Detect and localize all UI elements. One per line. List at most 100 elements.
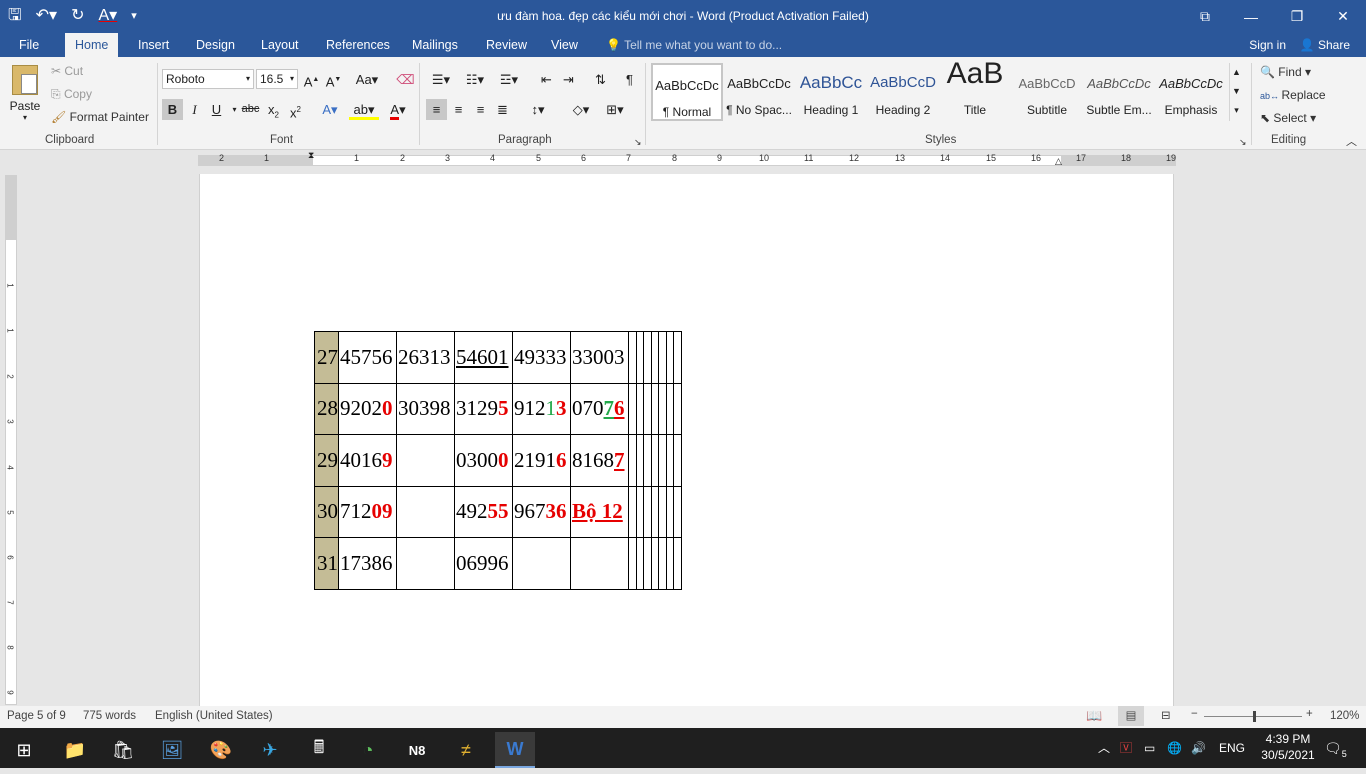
restore-button[interactable]: ❐	[1274, 0, 1320, 33]
day-cell[interactable]: 30	[314, 485, 339, 538]
read-mode-icon[interactable]: 📖	[1086, 708, 1102, 724]
tray-chevron-icon[interactable]: ︿	[1098, 728, 1110, 768]
tab-design[interactable]: Design	[186, 33, 245, 57]
empty-cell[interactable]	[643, 382, 652, 435]
result-cell[interactable]: 31295	[454, 382, 513, 435]
empty-cell[interactable]	[665, 382, 674, 435]
result-cell[interactable]: 26313	[396, 331, 455, 384]
result-cell[interactable]: 49333	[512, 331, 571, 384]
cut-button[interactable]: ✂ Cut	[51, 64, 83, 78]
result-cell[interactable]: Bộ 12	[570, 485, 629, 538]
collapse-ribbon-icon[interactable]: ︿	[1346, 133, 1357, 149]
empty-cell[interactable]	[665, 537, 674, 590]
tab-view[interactable]: View	[541, 33, 588, 57]
ribbon-display-options-icon[interactable]: ⧉	[1182, 0, 1228, 33]
style-title[interactable]: AaB Title	[939, 57, 1011, 121]
font-size-combo[interactable]: 16.5 ▾	[256, 69, 298, 89]
indent-marker-icon[interactable]: ⧗	[308, 150, 314, 161]
battery-icon[interactable]: ▭	[1144, 728, 1155, 768]
result-cell[interactable]: 17386	[338, 537, 397, 590]
word-app-icon[interactable]: W	[495, 732, 535, 768]
decrease-indent-icon[interactable]: ⇤	[536, 69, 557, 90]
minimize-button[interactable]: —	[1228, 0, 1274, 33]
bold-icon[interactable]: B	[162, 99, 183, 120]
empty-cell[interactable]	[643, 537, 652, 590]
empty-cell[interactable]	[650, 434, 659, 487]
result-cell[interactable]: 07076	[570, 382, 629, 435]
vertical-ruler[interactable]: 1 1 2 3 4 5 6 7 8 9	[5, 175, 17, 705]
web-layout-icon[interactable]: ⊟	[1161, 708, 1171, 722]
justify-icon[interactable]: ≣	[492, 99, 513, 120]
pilcrow-icon[interactable]: ¶	[619, 69, 640, 90]
result-cell[interactable]	[396, 485, 455, 538]
zoom-in-icon[interactable]: +	[1306, 708, 1313, 720]
empty-cell[interactable]	[628, 485, 637, 538]
empty-cell[interactable]	[665, 434, 674, 487]
sign-in-link[interactable]: Sign in	[1249, 33, 1286, 57]
vivaldi-tray-icon[interactable]: 🅅	[1120, 728, 1132, 768]
n8-app-icon[interactable]: N8	[397, 732, 437, 768]
font-color-icon[interactable]: A▾	[384, 99, 412, 120]
day-cell[interactable]: 27	[314, 331, 339, 384]
empty-cell[interactable]	[665, 331, 674, 384]
align-center-icon[interactable]: ≡	[448, 99, 469, 120]
tab-home[interactable]: Home	[65, 33, 119, 57]
tab-insert[interactable]: Insert	[128, 33, 179, 57]
result-cell[interactable]: 92020	[338, 382, 397, 435]
shading-icon[interactable]: ◇▾	[566, 99, 596, 120]
italic-icon[interactable]: I	[184, 99, 205, 120]
empty-cell[interactable]	[635, 382, 644, 435]
text-effects-icon[interactable]: A▾	[316, 99, 344, 120]
empty-cell[interactable]	[628, 537, 637, 590]
tab-mailings[interactable]: Mailings	[402, 33, 468, 57]
numbering-icon[interactable]: ☷▾	[460, 69, 490, 90]
align-left-icon[interactable]: ≡	[426, 99, 447, 120]
result-cell[interactable]: 03000	[454, 434, 513, 487]
strikethrough-icon[interactable]: abc	[240, 99, 261, 120]
trading-app-icon[interactable]: ≠	[446, 732, 486, 768]
result-cell[interactable]: 81687	[570, 434, 629, 487]
format-painter-button[interactable]: 🖌 Format Painter	[51, 110, 149, 124]
empty-cell[interactable]	[673, 331, 682, 384]
control-panel-icon[interactable]: 🖼	[152, 732, 192, 768]
result-cell[interactable]: 54601	[454, 331, 513, 384]
clear-formatting-icon[interactable]: ⌫	[395, 69, 416, 90]
print-layout-icon[interactable]: ▤	[1118, 706, 1144, 726]
empty-cell[interactable]	[643, 331, 652, 384]
style-subtle-emphasis[interactable]: AaBbCcDc Subtle Em...	[1083, 63, 1155, 121]
tab-layout[interactable]: Layout	[251, 33, 309, 57]
empty-cell[interactable]	[658, 485, 667, 538]
change-case-icon[interactable]: Aa▾	[353, 69, 381, 90]
empty-cell[interactable]	[628, 331, 637, 384]
day-cell[interactable]: 31	[314, 537, 339, 590]
style-no-spacing[interactable]: AaBbCcDc ¶ No Spac...	[723, 63, 795, 121]
paste-button[interactable]: Paste ▾	[6, 63, 44, 127]
highlight-icon[interactable]: ab▾	[349, 99, 379, 120]
tab-review[interactable]: Review	[476, 33, 537, 57]
sort-icon[interactable]: ⇅	[590, 69, 611, 90]
copy-button[interactable]: ⎘ Copy	[51, 87, 92, 102]
telegram-icon[interactable]: ✈	[250, 732, 290, 768]
result-cell[interactable]: 49255	[454, 485, 513, 538]
result-cell[interactable]: 33003	[570, 331, 629, 384]
empty-cell[interactable]	[658, 382, 667, 435]
day-cell[interactable]: 29	[314, 434, 339, 487]
borders-icon[interactable]: ⊞▾	[600, 99, 630, 120]
right-indent-marker-icon[interactable]: △	[1055, 156, 1062, 167]
result-cell[interactable]	[396, 537, 455, 590]
dialog-launcher-icon[interactable]: ↘	[634, 137, 642, 148]
network-icon[interactable]: 🌐	[1167, 728, 1182, 768]
tab-references[interactable]: References	[316, 33, 400, 57]
result-cell[interactable]	[570, 537, 629, 590]
style-normal[interactable]: AaBbCcDc ¶ Normal	[651, 63, 723, 121]
zoom-slider-thumb[interactable]	[1253, 711, 1256, 722]
empty-cell[interactable]	[658, 537, 667, 590]
calculator-icon[interactable]: 🖩	[299, 732, 339, 768]
result-cell[interactable]	[396, 434, 455, 487]
superscript-icon[interactable]: x2	[285, 99, 306, 120]
multilevel-list-icon[interactable]: ☲▾	[494, 69, 524, 90]
style-heading-2[interactable]: AaBbCcD Heading 2	[867, 63, 939, 121]
result-cell[interactable]: 40169	[338, 434, 397, 487]
zoom-out-icon[interactable]: −	[1191, 708, 1198, 720]
empty-cell[interactable]	[635, 434, 644, 487]
